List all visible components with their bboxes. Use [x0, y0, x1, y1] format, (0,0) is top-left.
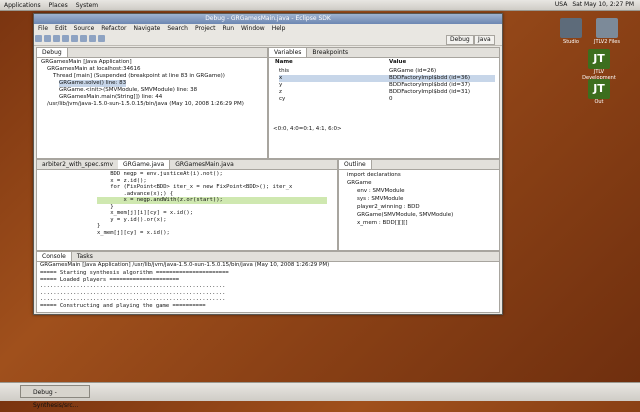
debug-row[interactable]: GRGamesMain.main(String[]) line: 44: [59, 94, 162, 101]
console-tabs: Console Tasks: [37, 252, 499, 262]
desktop-icon-label: Out: [594, 99, 604, 105]
back-icon[interactable]: [89, 35, 96, 42]
outline-item[interactable]: env : SMVModule: [357, 188, 404, 195]
variable-value: GRGame (id=26): [389, 68, 437, 74]
menu-bar: File Edit Source Refactor Navigate Searc…: [34, 24, 502, 33]
outline-item[interactable]: GRGame: [347, 180, 371, 187]
debug-view-tabs: Debug: [37, 48, 267, 58]
menu-edit[interactable]: Edit: [55, 24, 67, 33]
console-view: Console Tasks GRGamesMain [Java Applicati…: [36, 251, 500, 313]
desktop-icon-label: JTLV2 Files: [594, 39, 620, 45]
variable-value: 0: [389, 96, 393, 102]
menu-project[interactable]: Project: [195, 24, 216, 33]
tab-arbiter-smv[interactable]: arbiter2_with_spec.smv: [37, 160, 118, 169]
system-menu[interactable]: System: [72, 2, 102, 9]
menu-refactor[interactable]: Refactor: [101, 24, 126, 33]
save-icon[interactable]: [44, 35, 51, 42]
tab-grgamesmain-java[interactable]: GRGamesMain.java: [170, 160, 239, 169]
perspective-debug[interactable]: Debug: [446, 35, 474, 45]
menu-window[interactable]: Window: [241, 24, 265, 33]
debug-view: Debug GRGamesMain [Java Application] GRG…: [36, 47, 268, 159]
forward-icon[interactable]: [98, 35, 105, 42]
debug-row[interactable]: Thread [main] (Suspended (breakpoint at …: [53, 73, 225, 80]
places-menu[interactable]: Places: [45, 2, 72, 9]
code-line[interactable]: x_mem[j][cy] = x.id();: [97, 230, 170, 237]
variable-name[interactable]: y: [279, 82, 282, 89]
console-line[interactable]: ===== Constructing and playing the game …: [40, 303, 206, 310]
variable-name[interactable]: cy: [279, 96, 285, 103]
debug-row[interactable]: GRGame.<init>(SMVModule, SMVModule) line…: [59, 87, 197, 94]
editor-tabs: arbiter2_with_spec.smv GRGame.java GRGames…: [37, 160, 337, 170]
eclipse-window: Debug - GRGamesMain.java - Eclipse SDK F…: [33, 13, 503, 315]
top-panel: Applications Places System USA Sat May 1…: [0, 0, 640, 11]
debug-row-selected[interactable]: GRGame.solve() line: 83: [59, 80, 127, 87]
jt-out-icon[interactable]: JT: [588, 79, 610, 99]
menu-source[interactable]: Source: [74, 24, 95, 33]
column-value[interactable]: Value: [389, 59, 406, 66]
bottom-panel: Debug - Synthesis/src...: [0, 382, 640, 409]
tab-console[interactable]: Console: [37, 252, 72, 261]
debug-row[interactable]: GRGamesMain at localhost:34616: [47, 66, 141, 73]
studio-icon[interactable]: [560, 18, 582, 38]
folder-icon[interactable]: [596, 18, 618, 38]
variables-view-tabs: Variables Breakpoints: [269, 48, 499, 58]
menu-run[interactable]: Run: [223, 24, 235, 33]
outline-item[interactable]: player2_winning : BDD: [357, 204, 420, 211]
variable-value: BDDFactoryImpl$bdd (id=36): [389, 75, 470, 81]
variable-name[interactable]: this: [279, 68, 289, 75]
search-icon[interactable]: [71, 35, 78, 42]
menu-search[interactable]: Search: [167, 24, 188, 33]
outline-item[interactable]: sys : SMVModule: [357, 196, 403, 203]
applications-menu[interactable]: Applications: [0, 2, 45, 9]
menu-navigate[interactable]: Navigate: [133, 24, 160, 33]
tab-debug[interactable]: Debug: [37, 48, 68, 57]
tab-outline[interactable]: Outline: [339, 160, 372, 169]
menu-help[interactable]: Help: [272, 24, 286, 33]
console-header: GRGamesMain [Java Application] /usr/lib/…: [40, 262, 330, 268]
locale-indicator[interactable]: USA: [555, 1, 567, 8]
outline-view: Outline import declarations GRGame env :…: [338, 159, 500, 251]
variable-value: BDDFactoryImpl$bdd (id=31): [389, 89, 470, 95]
tab-grgame-java[interactable]: GRGame.java: [118, 160, 171, 169]
outline-item[interactable]: x_mem : BDD[][][]: [357, 220, 408, 227]
menu-file[interactable]: File: [38, 24, 48, 33]
perspective-java[interactable]: Java: [474, 35, 495, 45]
outline-tabs: Outline: [339, 160, 499, 170]
clock[interactable]: Sat May 10, 2:27 PM: [572, 1, 634, 8]
jt-app-icon[interactable]: JT: [588, 49, 610, 69]
debug-icon[interactable]: [53, 35, 60, 42]
debug-row[interactable]: /usr/lib/jvm/java-1.5.0-sun-1.5.0.15/bin…: [47, 101, 244, 108]
variables-view: Variables Breakpoints Name Value this GRG…: [268, 47, 500, 159]
variable-name[interactable]: z: [279, 89, 282, 96]
column-name[interactable]: Name: [275, 59, 293, 66]
tab-breakpoints[interactable]: Breakpoints: [307, 48, 353, 57]
toolbar: Debug Java: [34, 33, 502, 46]
variable-detail[interactable]: <0:0, 4:0=0:1, 4:1, 6:0>: [273, 126, 342, 133]
run-icon[interactable]: [62, 35, 69, 42]
new-icon[interactable]: [35, 35, 42, 42]
open-type-icon[interactable]: [80, 35, 87, 42]
code-line-current[interactable]: x = negp.andWith(z.or(start));: [97, 197, 327, 204]
tab-variables[interactable]: Variables: [269, 48, 308, 57]
window-title[interactable]: Debug - GRGamesMain.java - Eclipse SDK: [34, 14, 502, 24]
code-line[interactable]: y = y.id().or(x);: [97, 217, 166, 224]
desktop-icon-label: Studio: [563, 39, 579, 45]
code-editor: arbiter2_with_spec.smv GRGame.java GRGames…: [36, 159, 338, 251]
variable-value: BDDFactoryImpl$bdd (id=37): [389, 82, 470, 88]
taskbar-item[interactable]: Debug - Synthesis/src...: [20, 385, 90, 409]
outline-item[interactable]: GRGame(SMVModule, SMVModule): [357, 212, 453, 219]
debug-row[interactable]: GRGamesMain [Java Application]: [41, 59, 132, 66]
tab-tasks[interactable]: Tasks: [72, 252, 98, 261]
outline-item[interactable]: import declarations: [347, 172, 401, 179]
